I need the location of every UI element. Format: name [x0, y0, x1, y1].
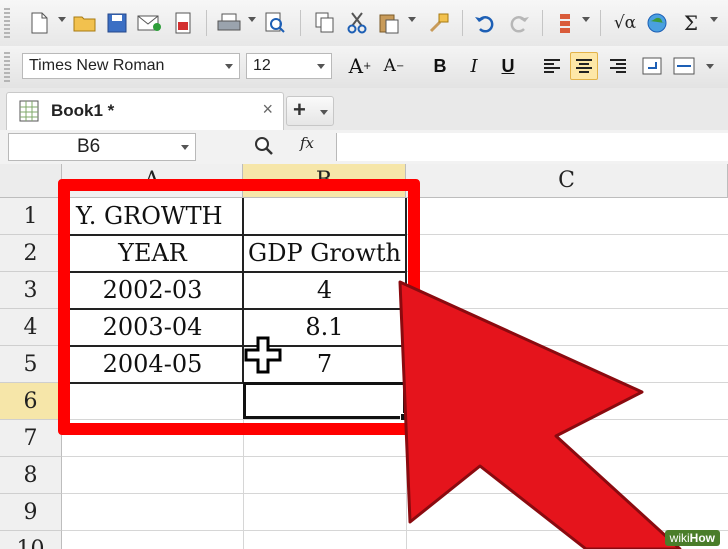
align-center-icon[interactable]: [570, 52, 598, 80]
new-tab-button[interactable]: +: [286, 96, 334, 126]
select-all-corner[interactable]: [0, 164, 62, 198]
chevron-down-icon[interactable]: [225, 64, 233, 69]
zoom-formula-icon[interactable]: [254, 136, 274, 161]
email-icon[interactable]: [136, 10, 162, 36]
tab-title: Book1 *: [51, 101, 115, 120]
row-header-5[interactable]: 5: [0, 346, 62, 383]
merge-dropdown-caret[interactable]: [706, 64, 714, 69]
row-header-2[interactable]: 2: [0, 235, 62, 272]
column-header-c[interactable]: C: [406, 164, 728, 198]
close-icon[interactable]: ×: [262, 99, 273, 120]
wrap-text-icon[interactable]: [638, 52, 666, 80]
row-header-10[interactable]: 10: [0, 531, 62, 549]
document-tabbar: Book1 * × +: [0, 88, 728, 131]
print-dropdown-caret[interactable]: [248, 17, 256, 22]
paste-dropdown-caret[interactable]: [408, 17, 416, 22]
shrink-font-icon[interactable]: A −: [380, 52, 408, 80]
row-header-9[interactable]: 9: [0, 494, 62, 531]
row-header-8[interactable]: 8: [0, 457, 62, 494]
underline-button[interactable]: U: [494, 52, 522, 80]
new-dropdown-caret[interactable]: [58, 17, 66, 22]
font-name-value: Times New Roman: [29, 57, 165, 74]
formula-bar: B6 fx: [0, 130, 728, 165]
row-header-1[interactable]: 1: [0, 198, 62, 235]
sum-dropdown-caret[interactable]: [710, 17, 718, 22]
toolbar-separator: [542, 10, 543, 36]
web-icon[interactable]: [644, 10, 670, 36]
new-document-icon[interactable]: [26, 10, 52, 36]
undo-icon[interactable]: [472, 10, 498, 36]
format-painter-icon[interactable]: [426, 10, 452, 36]
watermark: wikiHow: [664, 530, 720, 546]
cell-reference: B6: [77, 136, 101, 157]
sort-icon[interactable]: [552, 10, 578, 36]
row-header-4[interactable]: 4: [0, 309, 62, 346]
toolbar-grip[interactable]: [4, 8, 10, 38]
align-left-icon[interactable]: [538, 52, 566, 80]
chevron-down-icon[interactable]: [317, 64, 325, 69]
export-pdf-icon[interactable]: [170, 10, 196, 36]
print-preview-icon[interactable]: [262, 10, 288, 36]
toolbar-separator: [462, 10, 463, 36]
sort-dropdown-caret[interactable]: [582, 17, 590, 22]
standard-toolbar: √α Σ: [0, 0, 728, 47]
watermark-part-b: How: [689, 531, 715, 545]
toolbar-separator: [600, 10, 601, 36]
font-size-select[interactable]: 12: [246, 53, 332, 79]
font-size-value: 12: [253, 57, 271, 74]
row-header-6[interactable]: 6: [0, 383, 62, 420]
spreadsheet-icon: [19, 100, 39, 127]
formula-icon[interactable]: √α: [612, 10, 638, 36]
sum-icon[interactable]: Σ: [678, 10, 704, 36]
align-right-icon[interactable]: [604, 52, 632, 80]
row-header-3[interactable]: 3: [0, 272, 62, 309]
spreadsheet-window: √α Σ Times New Roman 12 A + A − B I U Bo…: [0, 0, 728, 549]
toolbar-grip[interactable]: [4, 52, 10, 82]
bold-button[interactable]: B: [426, 52, 454, 80]
red-arrow-pointer: [398, 280, 682, 549]
insert-function-button[interactable]: fx: [300, 134, 314, 152]
redo-icon[interactable]: [506, 10, 532, 36]
chevron-down-icon[interactable]: [181, 145, 189, 150]
toolbar-separator: [206, 10, 207, 36]
merge-cells-icon[interactable]: [670, 52, 698, 80]
italic-button[interactable]: I: [460, 52, 488, 80]
paste-icon[interactable]: [376, 10, 402, 36]
grow-font-icon[interactable]: A +: [346, 52, 374, 80]
highlight-box: [58, 179, 420, 435]
row-header-7[interactable]: 7: [0, 420, 62, 457]
name-box[interactable]: B6: [8, 133, 196, 161]
chevron-down-icon[interactable]: [320, 110, 328, 115]
plus-icon: +: [293, 97, 306, 122]
print-icon[interactable]: [216, 10, 242, 36]
open-folder-icon[interactable]: [72, 10, 98, 36]
tab-book1[interactable]: Book1 * ×: [6, 92, 284, 130]
cut-icon[interactable]: [344, 10, 370, 36]
save-icon[interactable]: [104, 10, 130, 36]
formula-input[interactable]: [336, 133, 728, 161]
font-name-select[interactable]: Times New Roman: [22, 53, 240, 79]
watermark-part-a: wiki: [669, 531, 690, 545]
copy-icon[interactable]: [312, 10, 338, 36]
toolbar-separator: [300, 10, 301, 36]
